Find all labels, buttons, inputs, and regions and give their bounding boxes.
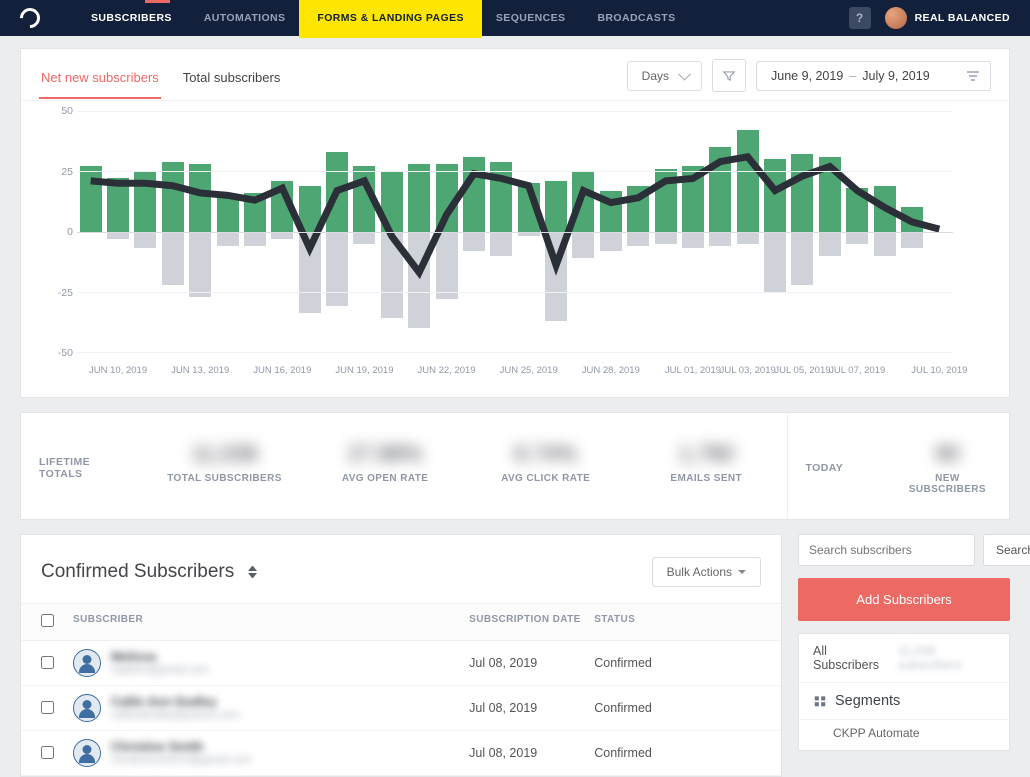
- subscriber-email: callieadudley@yahoo.com: [111, 709, 240, 721]
- sidebar: Search Add Subscribers All Subscribers 1…: [798, 534, 1010, 751]
- y-tick: -25: [58, 287, 73, 299]
- total-emails-sent: 1,780EMAILS SENT: [626, 413, 787, 519]
- nav-forms-landing-pages[interactable]: FORMS & LANDING PAGES: [301, 0, 479, 36]
- select-all-checkbox[interactable]: [41, 614, 54, 627]
- segments-header[interactable]: Segments: [799, 683, 1009, 720]
- row-checkbox[interactable]: [41, 701, 54, 714]
- date-dash: –: [849, 69, 856, 83]
- today-label: TODAY: [788, 413, 886, 519]
- th-status: STATUS: [594, 614, 761, 630]
- table-row[interactable]: Callie Ann Dudleycallieadudley@yahoo.com…: [21, 686, 781, 731]
- x-tick: JUL 07, 2019: [829, 365, 885, 376]
- x-tick: JUL 05, 2019: [774, 365, 830, 376]
- x-tick: JUL 01, 2019: [665, 365, 721, 376]
- total-avg-click-rate: 6.74%AVG CLICK RATE: [465, 413, 626, 519]
- subscriber-email: christinesmith15@gmail.com: [111, 754, 252, 766]
- x-tick: JUN 25, 2019: [500, 365, 558, 376]
- x-tick: JUN 22, 2019: [418, 365, 476, 376]
- search-input[interactable]: [798, 534, 975, 566]
- search-button[interactable]: Search: [983, 534, 1030, 566]
- subscribers-table: Confirmed Subscribers Bulk Actions SUBSC…: [20, 534, 782, 777]
- all-subscribers-link[interactable]: All Subscribers 11,038 subscribers: [799, 634, 1009, 683]
- topbar: SUBSCRIBERSAUTOMATIONSFORMS & LANDING PA…: [0, 0, 1030, 36]
- sort-icon[interactable]: [248, 566, 257, 578]
- row-checkbox[interactable]: [41, 656, 54, 669]
- today-value: 90 NEW SUBSCRIBERS: [886, 413, 1009, 519]
- nav-automations[interactable]: AUTOMATIONS: [188, 0, 302, 36]
- y-tick: 25: [61, 166, 73, 178]
- subscriber-avatar: [73, 694, 101, 722]
- nav-subscribers[interactable]: SUBSCRIBERS: [75, 0, 188, 36]
- subscribers-chart: -50-2502550 JUN 10, 2019JUN 13, 2019JUN …: [77, 111, 953, 381]
- subscriber-name: Callie Ann Dudley: [111, 695, 240, 709]
- chart-tabs: Net new subscribers Total subscribers Day…: [21, 49, 1009, 101]
- x-tick: JUL 10, 2019: [911, 365, 967, 376]
- x-tick: JUL 03, 2019: [720, 365, 776, 376]
- date-from: June 9, 2019: [771, 69, 843, 83]
- nav-broadcasts[interactable]: BROADCASTS: [581, 0, 691, 36]
- y-tick: 0: [67, 226, 73, 238]
- table-row[interactable]: Christine Smithchristinesmith15@gmail.co…: [21, 731, 781, 776]
- bulk-actions-select[interactable]: Bulk Actions: [652, 557, 761, 587]
- tab-net-new-subscribers[interactable]: Net new subscribers: [39, 62, 161, 99]
- table-row[interactable]: Melissamjather@gmail.com Jul 08, 2019Conf…: [21, 641, 781, 686]
- row-checkbox[interactable]: [41, 746, 54, 759]
- subscriber-avatar: [73, 649, 101, 677]
- granularity-select[interactable]: Days: [627, 61, 702, 91]
- sidebar-lists: All Subscribers 11,038 subscribers Segme…: [798, 633, 1010, 751]
- subscription-date: Jul 08, 2019: [469, 701, 594, 715]
- x-tick: JUN 13, 2019: [171, 365, 229, 376]
- subscription-date: Jul 08, 2019: [469, 746, 594, 760]
- avatar: [885, 7, 907, 29]
- subscriber-email: mjather@gmail.com: [111, 664, 209, 676]
- x-tick: JUN 16, 2019: [253, 365, 311, 376]
- subscription-status: Confirmed: [594, 656, 761, 670]
- subscriber-name: Christine Smith: [111, 740, 252, 754]
- segment-item[interactable]: CKPP Automate: [799, 720, 1009, 750]
- subscriber-name: Melissa: [111, 650, 209, 664]
- x-tick: JUN 28, 2019: [582, 365, 640, 376]
- x-tick: JUN 10, 2019: [89, 365, 147, 376]
- total-total-subscribers: 11,038TOTAL SUBSCRIBERS: [144, 413, 305, 519]
- subscription-status: Confirmed: [594, 701, 761, 715]
- filter-icon: [722, 69, 736, 83]
- th-subscriber: SUBSCRIBER: [73, 614, 469, 630]
- table-header-row: SUBSCRIBER SUBSCRIPTION DATE STATUS: [21, 603, 781, 641]
- table-title: Confirmed Subscribers: [41, 561, 257, 583]
- nav-sequences[interactable]: SEQUENCES: [480, 0, 582, 36]
- segments-icon: [813, 694, 827, 708]
- subscriber-avatar: [73, 739, 101, 767]
- x-tick: JUN 19, 2019: [335, 365, 393, 376]
- subscription-date: Jul 08, 2019: [469, 656, 594, 670]
- sort-icon: [966, 70, 980, 82]
- date-to: July 9, 2019: [862, 69, 929, 83]
- date-range-picker[interactable]: June 9, 2019 – July 9, 2019: [756, 61, 991, 91]
- add-subscribers-button[interactable]: Add Subscribers: [798, 578, 1010, 621]
- y-tick: -50: [58, 347, 73, 359]
- subscription-status: Confirmed: [594, 746, 761, 760]
- total-avg-open-rate: 27.88%AVG OPEN RATE: [305, 413, 466, 519]
- account-name: REAL BALANCED: [915, 12, 1010, 24]
- tab-total-subscribers[interactable]: Total subscribers: [181, 62, 283, 97]
- y-tick: 50: [61, 105, 73, 117]
- th-date: SUBSCRIPTION DATE: [469, 614, 594, 630]
- totals-strip: LIFETIME TOTALS 11,038TOTAL SUBSCRIBERS2…: [20, 412, 1010, 520]
- lifetime-label: LIFETIME TOTALS: [21, 413, 144, 519]
- app-logo[interactable]: [16, 4, 44, 32]
- help-button[interactable]: ?: [849, 7, 871, 29]
- chart-panel: Net new subscribers Total subscribers Day…: [20, 48, 1010, 398]
- accent-bar: [145, 0, 170, 3]
- main-nav: SUBSCRIBERSAUTOMATIONSFORMS & LANDING PA…: [75, 0, 692, 36]
- account-menu[interactable]: REAL BALANCED: [885, 7, 1010, 29]
- filter-button[interactable]: [712, 59, 746, 92]
